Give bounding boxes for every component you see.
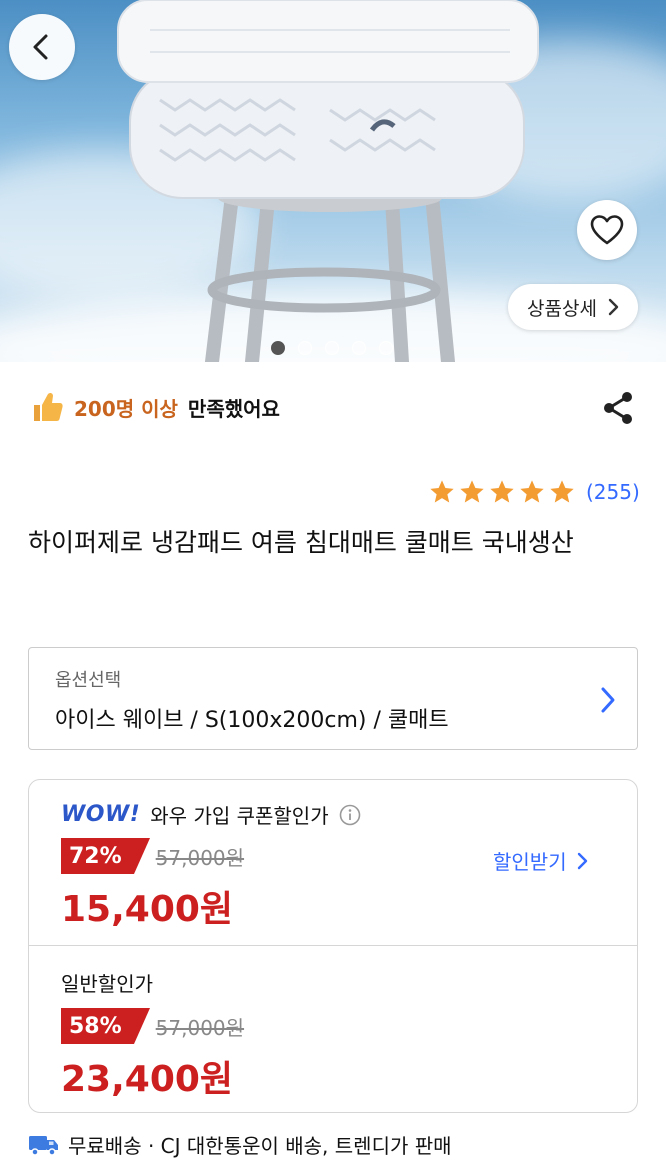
wow-logo: WOW! (61, 802, 141, 827)
normal-price-label: 일반할인가 (61, 972, 153, 996)
star-icon (430, 480, 454, 503)
normal-price-section: 일반할인가 58% 57,000원 23,400원 (29, 946, 637, 1112)
carousel-dot[interactable] (352, 341, 366, 355)
thumbs-up-icon (34, 392, 63, 421)
share-icon (604, 392, 632, 424)
info-icon[interactable] (339, 804, 361, 826)
product-detail-button[interactable]: 상품상세 (508, 284, 638, 330)
normal-final-price: 23,400원 (61, 1059, 234, 1100)
normal-discount-badge: 58% (61, 1008, 150, 1044)
star-icon (490, 480, 514, 503)
satisfaction-text: 만족했어요 (187, 396, 280, 421)
star-icon (520, 480, 544, 503)
chevron-right-icon (577, 852, 587, 869)
wow-price-section: WOW! 와우 가입 쿠폰할인가 72% 57,000원 15,400원 할인받… (29, 780, 637, 946)
product-title: 하이퍼제로 냉감패드 여름 침대매트 쿨매트 국내생산 (28, 528, 574, 557)
product-image-carousel[interactable]: 상품상세 (0, 0, 666, 362)
delivery-truck-icon (29, 1135, 58, 1156)
heart-icon (590, 215, 624, 245)
wishlist-button[interactable] (577, 200, 637, 260)
price-card: WOW! 와우 가입 쿠폰할인가 72% 57,000원 15,400원 할인받… (28, 779, 638, 1113)
carousel-dot[interactable] (298, 341, 312, 355)
review-count[interactable]: (255) (586, 480, 640, 504)
product-rating[interactable]: (255) (428, 478, 640, 506)
satisfaction-banner: 200명 이상 만족했어요 (30, 390, 280, 424)
wow-price-label: 와우 가입 쿠폰할인가 (150, 804, 329, 828)
option-selector[interactable]: 옵션선택 아이스 웨이브 / S(100x200cm) / 쿨매트 (28, 647, 638, 750)
wow-final-price: 15,400원 (61, 889, 234, 930)
chevron-right-icon (608, 298, 619, 316)
option-label: 옵션선택 (55, 670, 122, 691)
coupon-link[interactable]: 할인받기 (493, 846, 588, 875)
option-value: 아이스 웨이브 / S(100x200cm) / 쿨매트 (55, 708, 449, 733)
carousel-indicator (271, 341, 393, 355)
coupon-link-label: 할인받기 (493, 850, 567, 874)
delivery-text: 무료배송 · CJ 대한통운이 배송, 트렌디가 판매 (68, 1134, 452, 1158)
share-button[interactable] (600, 390, 636, 426)
satisfaction-count: 200명 이상 (74, 396, 178, 421)
back-button[interactable] (9, 14, 75, 80)
wow-original-price: 57,000원 (155, 845, 245, 870)
star-icon (460, 480, 484, 503)
chevron-right-icon (601, 687, 615, 713)
delivery-info: 무료배송 · CJ 대한통운이 배송, 트렌디가 판매 (28, 1130, 452, 1159)
carousel-dot[interactable] (379, 341, 393, 355)
star-icon (550, 480, 574, 503)
wow-discount-badge: 72% (61, 838, 150, 874)
carousel-dot[interactable] (325, 341, 339, 355)
product-detail-label: 상품상세 (527, 297, 597, 320)
carousel-dot[interactable] (271, 341, 285, 355)
normal-original-price: 57,000원 (155, 1015, 245, 1040)
back-arrow-icon (33, 34, 48, 60)
